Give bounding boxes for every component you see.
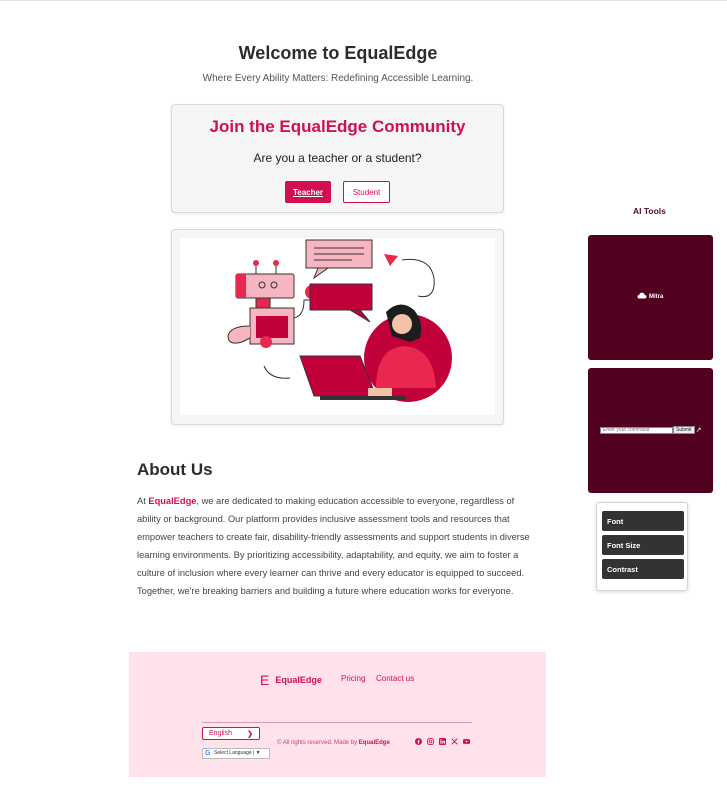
- about-paragraph: At EqualEdge, we are dedicated to making…: [137, 492, 537, 600]
- font-size-button[interactable]: Font Size: [602, 535, 684, 555]
- google-icon: G: [205, 750, 211, 757]
- footer-divider: [202, 722, 472, 723]
- student-button[interactable]: Student: [343, 181, 390, 203]
- microphone-icon[interactable]: ↗: [696, 426, 702, 434]
- language-select[interactable]: English ❯: [202, 727, 260, 740]
- social-links: [415, 738, 470, 745]
- copyright: © All rights reserved. Made by EqualEdge: [277, 740, 390, 746]
- logo-mark: E: [260, 672, 270, 688]
- font-button[interactable]: Font: [602, 511, 684, 531]
- ai-tools-label: AI Tools: [633, 206, 666, 216]
- join-title: Join the EqualEdge Community: [209, 117, 466, 136]
- footer-logo[interactable]: E EqualEdge: [260, 672, 322, 688]
- contrast-button[interactable]: Contrast: [602, 559, 684, 579]
- google-translate-widget[interactable]: G Select Language | ▼: [202, 748, 270, 759]
- command-submit-button[interactable]: Submit: [673, 426, 695, 434]
- accessibility-panel: Font Font Size Contrast: [596, 502, 688, 591]
- about-body: , we are dedicated to making education a…: [137, 496, 530, 596]
- footer-link-pricing[interactable]: Pricing: [341, 674, 365, 683]
- site-footer: E EqualEdge Pricing Contact us English ❯…: [129, 652, 546, 777]
- page-title: Welcome to EqualEdge: [238, 43, 438, 63]
- illustration-card: [171, 229, 504, 425]
- google-translate-label: Select Language: [214, 750, 252, 756]
- illustration-image: [180, 238, 495, 415]
- ai-chat-panel[interactable]: Mitra: [588, 235, 713, 360]
- linkedin-icon[interactable]: [439, 738, 446, 745]
- x-icon[interactable]: [451, 738, 458, 745]
- assistant-badge[interactable]: Mitra: [637, 292, 663, 301]
- join-community-card: Join the EqualEdge Community Are you a t…: [171, 104, 504, 213]
- copyright-text: © All rights reserved. Made by: [277, 740, 359, 746]
- facebook-icon[interactable]: [415, 738, 422, 745]
- command-row: Submit ↗: [600, 426, 701, 434]
- chevron-down-icon: ❯: [247, 731, 253, 738]
- instagram-icon[interactable]: [427, 738, 434, 745]
- youtube-icon[interactable]: [463, 738, 470, 745]
- footer-link-contact[interactable]: Contact us: [376, 674, 414, 683]
- role-question: Are you a teacher or a student?: [253, 151, 422, 165]
- assistant-name: Mitra: [649, 293, 664, 300]
- teacher-button[interactable]: Teacher: [285, 181, 331, 203]
- about-intro: At: [137, 496, 149, 506]
- copyright-brand: EqualEdge: [358, 740, 390, 746]
- page-subtitle: Where Every Ability Matters: Redefining …: [202, 73, 474, 84]
- language-value: English: [209, 730, 232, 737]
- ai-command-panel: Submit ↗: [588, 368, 713, 493]
- logo-text: EqualEdge: [275, 675, 322, 685]
- command-input[interactable]: [600, 426, 673, 434]
- about-heading: About Us: [137, 460, 213, 479]
- about-brand: EqualEdge: [148, 496, 197, 506]
- top-border: [0, 0, 727, 1]
- cloud-icon: [637, 292, 647, 301]
